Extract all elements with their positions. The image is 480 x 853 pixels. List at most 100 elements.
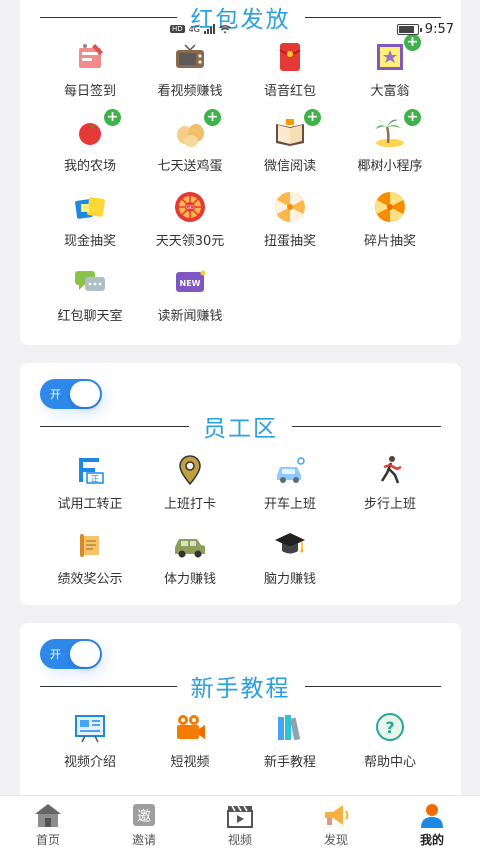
item-beginner-tutorial[interactable]: 新手教程 — [240, 711, 340, 770]
item-label: 绩效奖公示 — [57, 572, 123, 587]
item-gacha-lottery[interactable]: 扭蛋抽奖 — [240, 190, 340, 249]
walker-icon — [373, 453, 407, 487]
status-right: 9:57 — [396, 22, 454, 37]
tab-mine[interactable]: 我的 — [384, 796, 480, 853]
item-coconut-mini-program[interactable]: + 椰树小程序 — [340, 109, 440, 174]
plus-badge: + — [204, 109, 221, 126]
item-label: 微信阅读 — [263, 159, 316, 174]
video-camera-icon — [173, 711, 207, 745]
section-title: 新手教程 — [190, 676, 291, 702]
jeep-icon — [173, 528, 207, 562]
ticket-icon — [73, 190, 107, 224]
tutorial-title-row: 新手教程 — [40, 669, 441, 703]
divider — [40, 425, 189, 427]
car-icon — [273, 453, 307, 487]
item-label: 开车上班 — [263, 497, 316, 512]
megaphone-icon — [321, 802, 351, 828]
battery-icon — [396, 24, 422, 35]
item-short-video[interactable]: 短视频 — [140, 711, 240, 770]
item-daily-30-yuan[interactable]: GO 天天领30元 — [140, 190, 240, 249]
item-read-news[interactable]: NEW 读新闻赚钱 — [140, 265, 240, 324]
tab-video[interactable]: 视频 — [192, 796, 288, 853]
item-cash-lottery[interactable]: 现金抽奖 — [40, 190, 140, 249]
help-icon: ? — [373, 711, 407, 745]
news-icon: NEW — [173, 265, 207, 299]
red-envelope-icon — [273, 40, 307, 74]
tutorial-toggle[interactable]: 开 — [40, 639, 102, 669]
svg-text:GO: GO — [186, 205, 194, 211]
item-label: 椰树小程序 — [357, 159, 423, 174]
tutorial-card: 开 新手教程 视频介绍 短视频 新手教程 ? 帮助中心 — [20, 623, 461, 823]
user-icon — [417, 802, 447, 828]
books-icon — [273, 711, 307, 745]
chat-bubbles-icon — [73, 265, 107, 299]
item-walk-to-work[interactable]: 步行上班 — [340, 453, 440, 512]
item-label: 看视频赚钱 — [157, 84, 223, 99]
item-watch-video[interactable]: 看视频赚钱 — [140, 40, 240, 99]
item-label: 现金抽奖 — [63, 234, 116, 249]
fragment-wheel-icon — [373, 190, 407, 224]
bottom-tab-bar: 首页 邀 邀请 视频 发现 我的 — [0, 795, 480, 853]
signal-icon — [203, 24, 215, 34]
item-label: 碎片抽奖 — [363, 234, 416, 249]
item-label: 体力赚钱 — [163, 572, 216, 587]
divider — [40, 16, 177, 18]
item-label: 我的农场 — [63, 159, 116, 174]
divider — [304, 685, 441, 687]
item-label: 红包聊天室 — [57, 309, 123, 324]
item-probation-to-regular[interactable]: 正 试用工转正 — [40, 453, 140, 512]
divider — [304, 16, 441, 18]
eggs-icon: + — [173, 109, 221, 149]
item-label: 试用工转正 — [57, 497, 123, 512]
item-hongbao-chatroom[interactable]: 红包聊天室 — [40, 265, 140, 324]
item-video-intro[interactable]: 视频介绍 — [40, 711, 140, 770]
item-label: 扭蛋抽奖 — [263, 234, 316, 249]
clapper-icon — [225, 802, 255, 828]
invite-icon: 邀 — [129, 802, 159, 828]
item-physical-earning[interactable]: 体力赚钱 — [140, 528, 240, 587]
hd-badge: HD — [170, 25, 185, 33]
status-left: HD 4G — [170, 24, 231, 34]
plus-badge: + — [104, 109, 121, 126]
divider — [292, 425, 441, 427]
book-icon: + — [273, 109, 321, 149]
palm-island-icon: + — [373, 109, 421, 149]
item-mental-earning[interactable]: 脑力赚钱 — [240, 528, 340, 587]
gacha-wheel-icon — [273, 190, 307, 224]
item-monopoly[interactable]: + 大富翁 — [340, 34, 440, 99]
item-label: 读新闻赚钱 — [157, 309, 223, 324]
clock: 9:57 — [424, 22, 454, 37]
toggle-label: 开 — [50, 388, 61, 401]
toggle-knob — [70, 641, 100, 667]
item-help-center[interactable]: ? 帮助中心 — [340, 711, 440, 770]
item-my-farm[interactable]: + 我的农场 — [40, 109, 140, 174]
item-label: 短视频 — [170, 755, 210, 770]
staff-title-row: 员工区 — [40, 409, 441, 443]
item-work-clock-in[interactable]: 上班打卡 — [140, 453, 240, 512]
monopoly-icon: + — [373, 34, 421, 74]
item-seven-day-eggs[interactable]: + 七天送鸡蛋 — [140, 109, 240, 174]
divider — [40, 685, 177, 687]
tab-home[interactable]: 首页 — [0, 796, 96, 853]
tab-label: 邀请 — [131, 833, 156, 847]
item-drive-to-work[interactable]: 开车上班 — [240, 453, 340, 512]
tab-invite[interactable]: 邀 邀请 — [96, 796, 192, 853]
tab-label: 首页 — [35, 833, 60, 847]
home-icon — [33, 802, 63, 828]
staff-toggle[interactable]: 开 — [40, 379, 102, 409]
item-wechat-reading[interactable]: + 微信阅读 — [240, 109, 340, 174]
staff-card: 开 员工区 正 试用工转正 上班打卡 开车上班 步行上班 绩效奖公示 体力赚钱 … — [20, 363, 461, 605]
item-performance-bonus[interactable]: 绩效奖公示 — [40, 528, 140, 587]
item-label: 视频介绍 — [63, 755, 116, 770]
checkin-icon — [73, 40, 107, 74]
item-fragment-lottery[interactable]: 碎片抽奖 — [340, 190, 440, 249]
badge-zheng-icon: 正 — [73, 453, 107, 487]
toggle-knob — [70, 381, 100, 407]
presentation-icon — [73, 711, 107, 745]
item-label: 上班打卡 — [163, 497, 216, 512]
item-voice-hongbao[interactable]: 语音红包 — [240, 40, 340, 99]
tab-discover[interactable]: 发现 — [288, 796, 384, 853]
section-title: 员工区 — [203, 416, 278, 442]
item-checkin[interactable]: 每日签到 — [40, 40, 140, 99]
tomato-icon: + — [73, 109, 121, 149]
